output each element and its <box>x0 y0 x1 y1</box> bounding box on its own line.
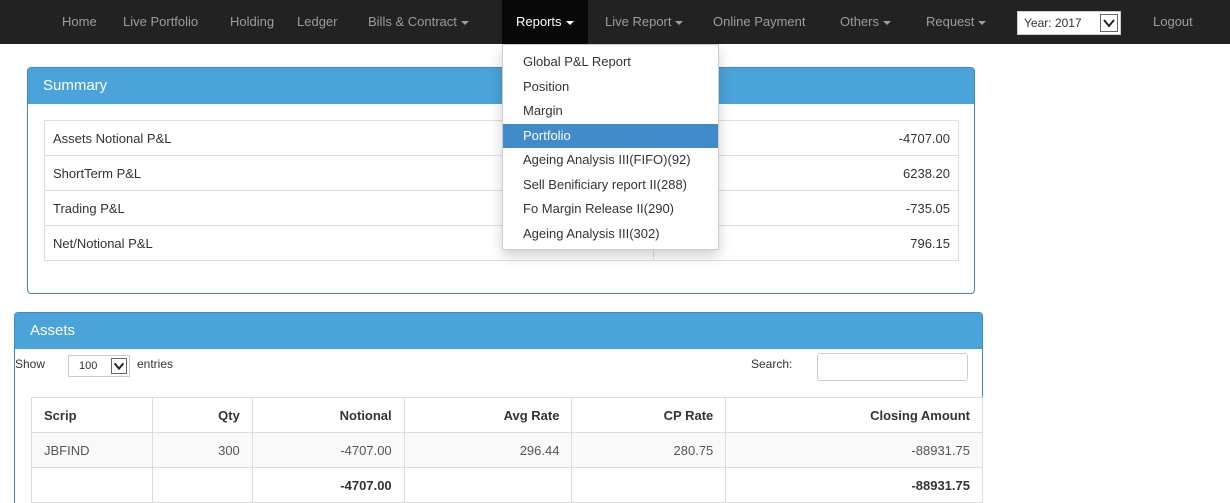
menu-item-margin[interactable]: Margin <box>503 99 718 124</box>
column-header-cp-rate[interactable]: CP Rate <box>571 397 727 433</box>
chevron-down-icon <box>565 20 574 25</box>
assets-panel: Assets Show 100 entries Search: Scrip Qt… <box>14 312 983 503</box>
cell-empty <box>403 467 573 503</box>
column-header-qty[interactable]: Qty <box>151 397 253 433</box>
nav-reports-label: Reports <box>516 14 562 29</box>
nav-home[interactable]: Home <box>62 0 97 44</box>
show-label: Show <box>15 357 46 371</box>
cell-empty <box>571 467 727 503</box>
nav-bills-contract-label: Bills & Contract <box>368 14 457 29</box>
chevron-down-icon <box>978 20 987 25</box>
cell-closing-amount: -88931.75 <box>725 432 983 468</box>
column-header-notional[interactable]: Notional <box>251 397 405 433</box>
cell-empty <box>151 467 253 503</box>
menu-item-global-pl-report[interactable]: Global P&L Report <box>503 50 718 75</box>
nav-request[interactable]: Request <box>926 0 987 44</box>
summary-panel: Summary Assets Notional P&L -4707.00 Sho… <box>27 67 975 294</box>
nav-live-report[interactable]: Live Report <box>605 0 684 44</box>
cell-cp-rate: 280.75 <box>571 432 727 468</box>
top-navbar: Home Live Portfolio Holding Ledger Bills… <box>0 0 1230 44</box>
chevron-down-icon <box>1100 14 1118 32</box>
assets-table: Scrip Qty Notional Avg Rate CP Rate Clos… <box>31 397 983 503</box>
chevron-down-icon <box>675 20 684 25</box>
column-header-avg-rate[interactable]: Avg Rate <box>403 397 573 433</box>
nav-live-report-label: Live Report <box>605 14 672 29</box>
column-header-scrip[interactable]: Scrip <box>31 397 153 433</box>
menu-item-fo-margin-release[interactable]: Fo Margin Release II(290) <box>503 197 718 222</box>
nav-live-portfolio[interactable]: Live Portfolio <box>123 0 198 44</box>
chevron-down-icon <box>460 20 469 25</box>
chevron-down-icon <box>883 20 892 25</box>
nav-request-label: Request <box>926 14 975 29</box>
nav-live-portfolio-label: Live Portfolio <box>123 14 199 29</box>
chevron-down-icon <box>111 358 127 374</box>
table-row: JBFIND 300 -4707.00 296.44 280.75 -88931… <box>31 432 983 468</box>
nav-others-label: Others <box>840 14 880 29</box>
menu-item-position[interactable]: Position <box>503 75 718 100</box>
nav-logout-label: Logout <box>1153 14 1193 29</box>
menu-item-ageing-analysis-fifo[interactable]: Ageing Analysis III(FIFO)(92) <box>503 148 718 173</box>
nav-reports[interactable]: Reports <box>502 0 588 44</box>
cell-scrip: JBFIND <box>31 432 153 468</box>
search-input[interactable] <box>817 353 968 381</box>
nav-online-payment-label: Online Payment <box>713 14 806 29</box>
menu-item-portfolio[interactable]: Portfolio <box>503 123 718 148</box>
menu-item-sell-beneficiary-report[interactable]: Sell Benificiary report II(288) <box>503 173 718 198</box>
year-select[interactable]: Year: 2017 <box>1017 11 1121 35</box>
nav-home-label: Home <box>62 14 97 29</box>
cell-qty: 300 <box>151 432 253 468</box>
total-row: -4707.00 -88931.75 <box>31 467 983 503</box>
nav-online-payment[interactable]: Online Payment <box>713 0 806 44</box>
reports-dropdown-menu: Global P&L Report Position Margin Portfo… <box>502 44 719 250</box>
total-notional: -4707.00 <box>251 467 405 503</box>
search-label: Search: <box>751 357 793 371</box>
entries-label: entries <box>137 357 174 371</box>
summary-panel-title: Summary <box>28 68 974 104</box>
entries-select-value: 100 <box>79 360 98 372</box>
nav-holding[interactable]: Holding <box>230 0 274 44</box>
entries-select[interactable]: 100 <box>68 355 130 377</box>
menu-item-ageing-analysis-302[interactable]: Ageing Analysis III(302) <box>503 222 718 247</box>
nav-logout[interactable]: Logout <box>1153 0 1193 44</box>
nav-others[interactable]: Others <box>840 0 892 44</box>
total-closing-amount: -88931.75 <box>725 467 983 503</box>
cell-empty <box>31 467 153 503</box>
nav-bills-contract[interactable]: Bills & Contract <box>368 0 469 44</box>
cell-avg-rate: 296.44 <box>403 432 573 468</box>
year-select-value: Year: 2017 <box>1024 16 1082 30</box>
nav-ledger-label: Ledger <box>297 14 338 29</box>
assets-panel-title: Assets <box>15 313 982 349</box>
nav-ledger[interactable]: Ledger <box>297 0 337 44</box>
table-header-row: Scrip Qty Notional Avg Rate CP Rate Clos… <box>31 397 983 433</box>
column-header-closing-amount[interactable]: Closing Amount <box>725 397 983 433</box>
cell-notional: -4707.00 <box>251 432 405 468</box>
nav-holding-label: Holding <box>230 14 275 29</box>
